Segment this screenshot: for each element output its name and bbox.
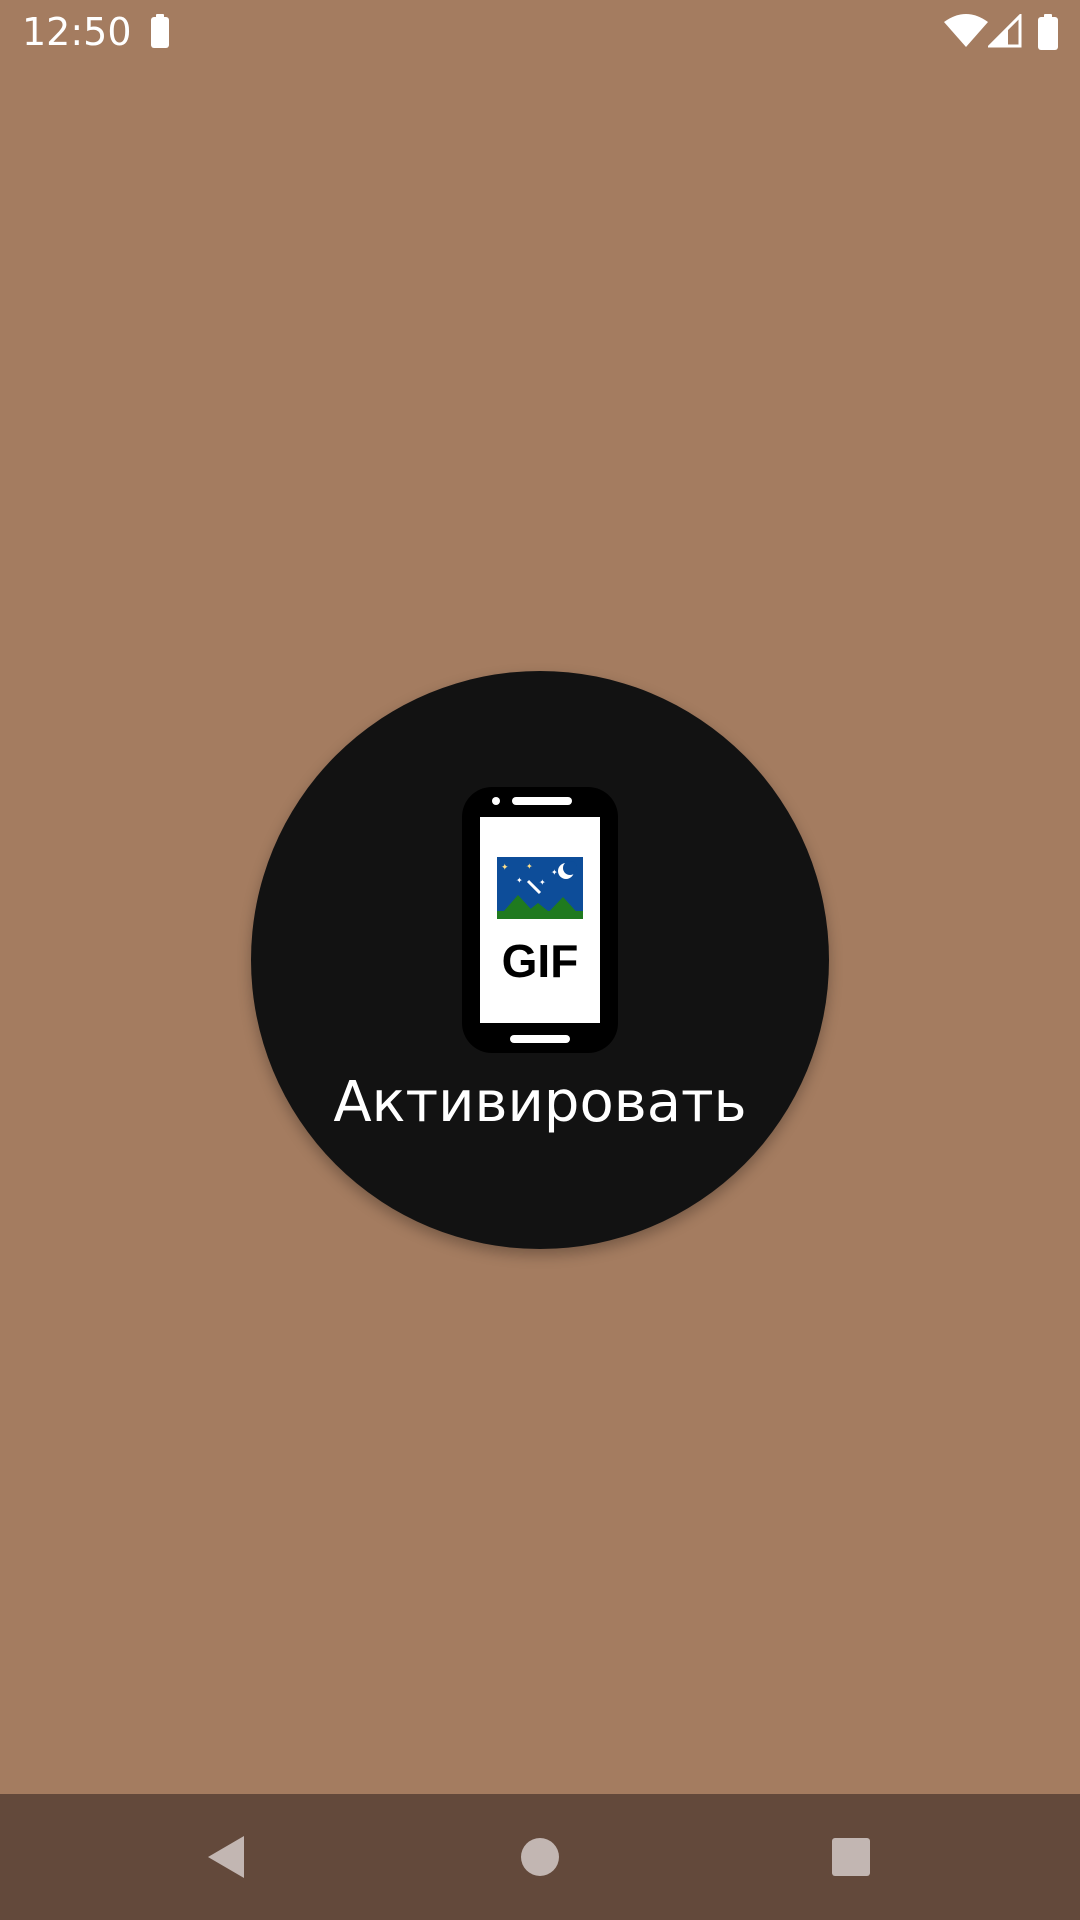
activate-button[interactable]: ✦ ✦ ✦ ✦ ✦ GIF Активировать [251,671,829,1249]
svg-text:✦: ✦ [551,868,558,877]
back-icon [208,1836,244,1878]
activate-label: Активировать [333,1070,747,1135]
svg-text:✦: ✦ [516,876,523,885]
back-button[interactable] [146,1794,306,1920]
status-bar: 12:50 [0,0,1080,64]
home-icon [521,1838,559,1876]
recents-icon [832,1838,870,1876]
svg-text:✦: ✦ [501,863,509,873]
signal-icon [988,14,1022,48]
phone-gif-icon: ✦ ✦ ✦ ✦ ✦ GIF [462,787,618,1053]
navigation-bar [0,1794,1080,1920]
status-time: 12:50 [22,10,132,54]
battery-small-icon [151,14,169,48]
svg-text:✦: ✦ [539,878,546,887]
battery-icon [1038,14,1058,50]
wifi-icon [944,14,988,47]
gif-text: GIF [502,935,579,987]
svg-text:✦: ✦ [526,862,533,871]
main-content: ✦ ✦ ✦ ✦ ✦ GIF Активировать [0,64,1080,1794]
home-button[interactable] [460,1794,620,1920]
recents-button[interactable] [771,1794,931,1920]
